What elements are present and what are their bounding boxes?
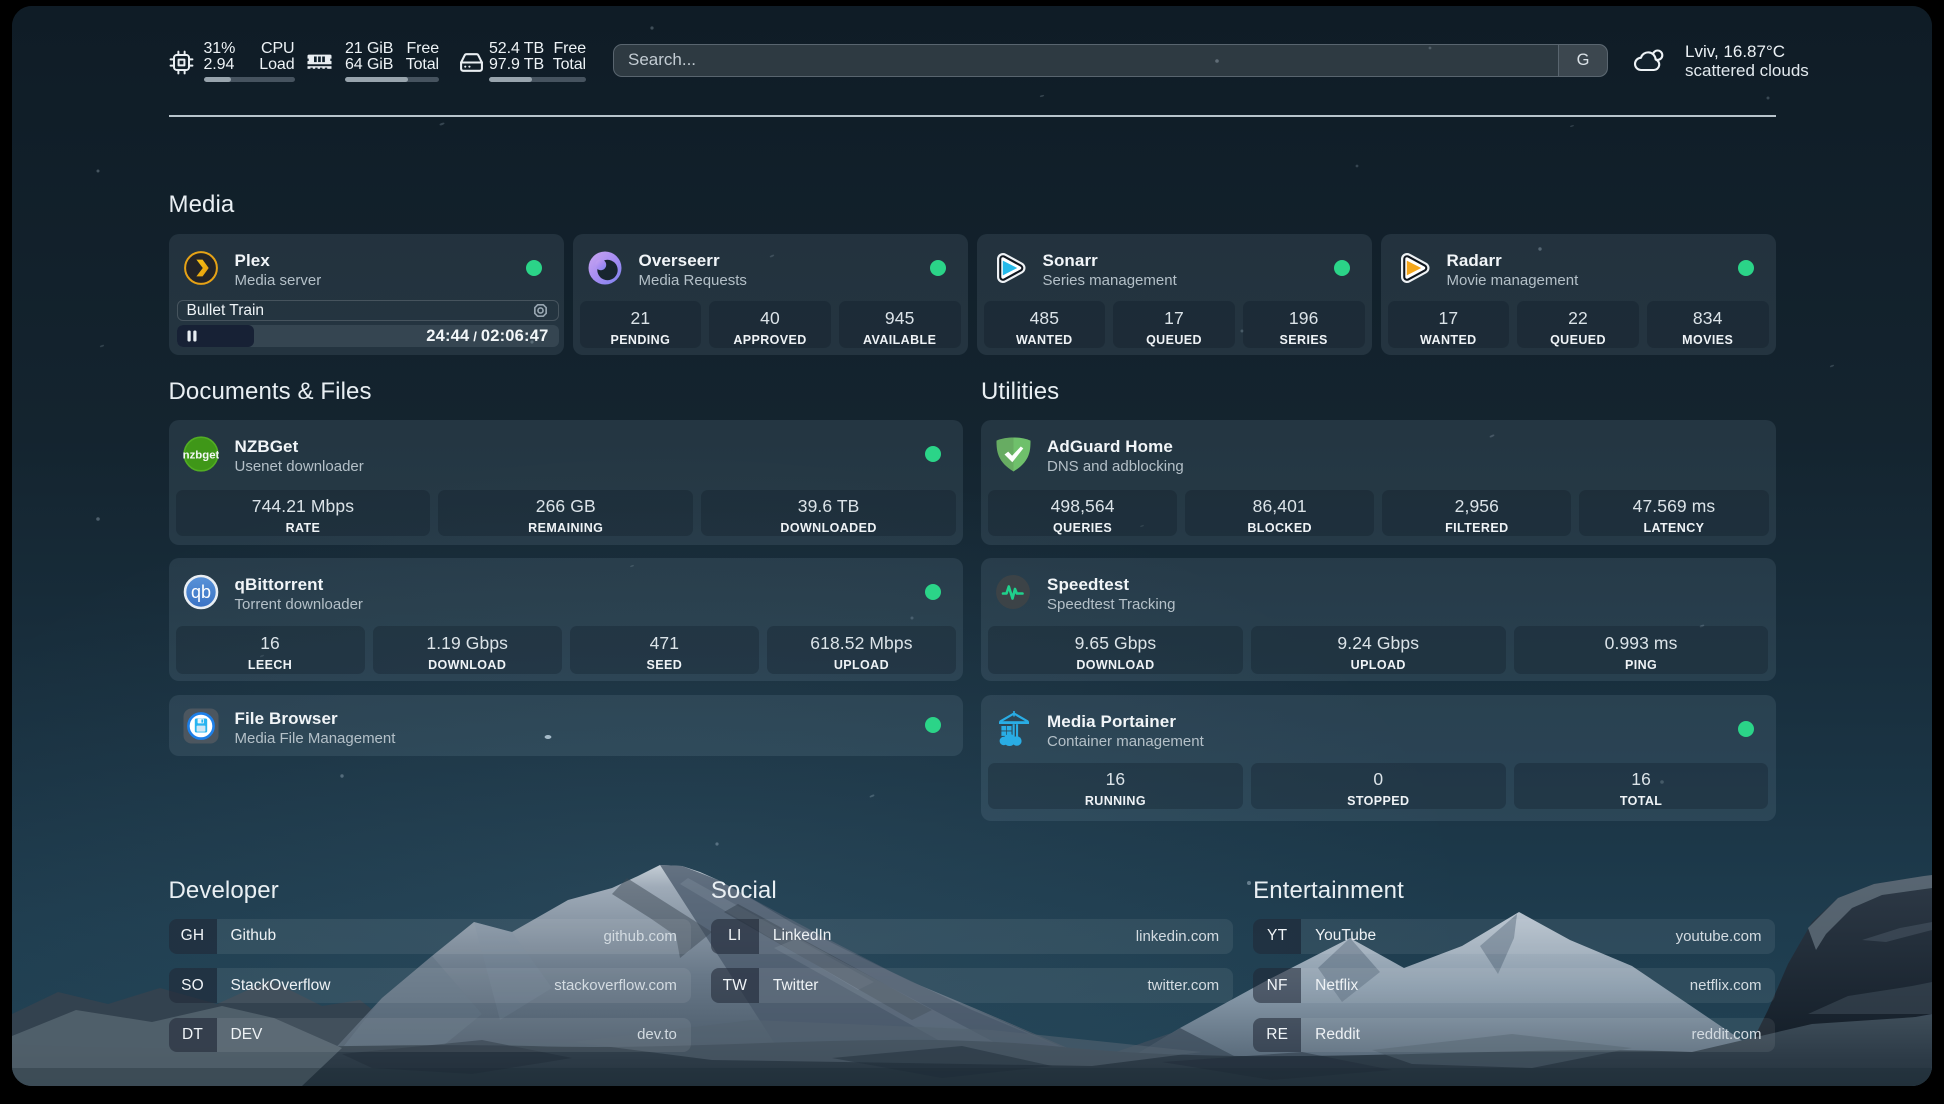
svg-text:qb: qb: [190, 582, 210, 602]
svg-text:nzbget: nzbget: [183, 449, 219, 461]
